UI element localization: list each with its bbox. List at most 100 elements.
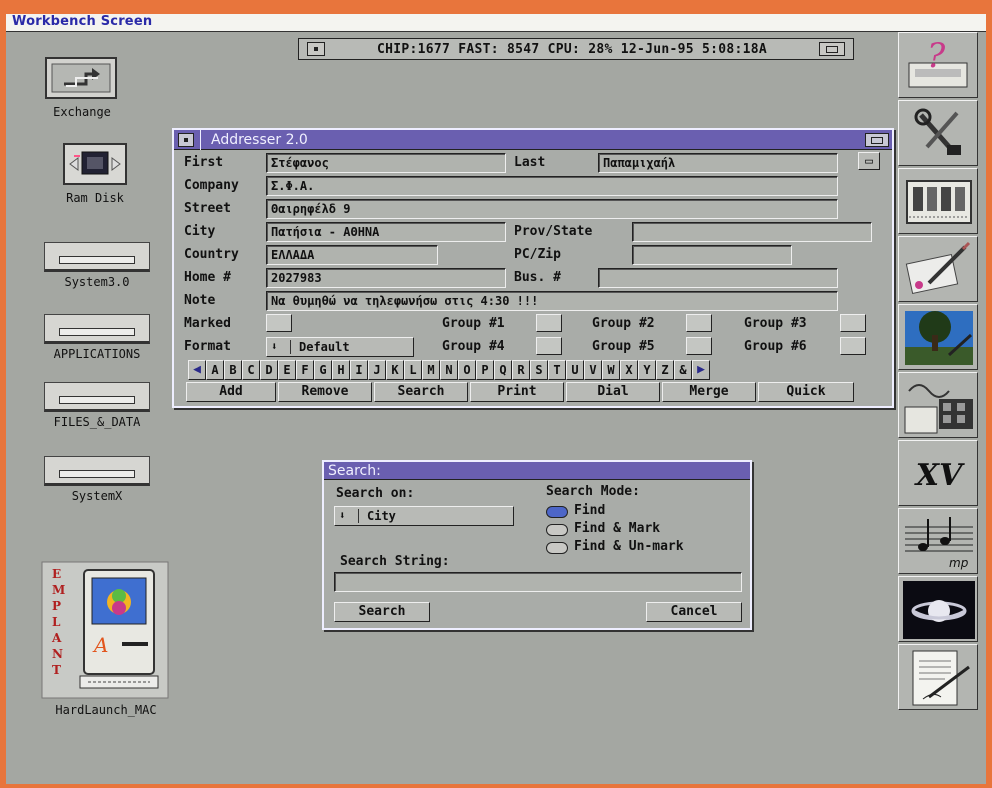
- letter-d-button[interactable]: D: [260, 360, 278, 380]
- tool-dock: ? XV mp: [898, 32, 980, 752]
- letter-w-button[interactable]: W: [602, 360, 620, 380]
- last-label: Last: [514, 155, 546, 170]
- remove-button[interactable]: Remove: [278, 382, 372, 402]
- xv-tool[interactable]: XV: [898, 440, 978, 506]
- group5-label: Group #5: [592, 339, 655, 354]
- last-name-field[interactable]: Παπαμιχαήλ: [598, 153, 838, 173]
- search-dialog-title: Search:: [328, 462, 381, 479]
- dialog-cancel-button[interactable]: Cancel: [646, 602, 742, 622]
- dial-button[interactable]: Dial: [566, 382, 660, 402]
- bus-phone-field[interactable]: [598, 268, 838, 288]
- group1-checkbox[interactable]: [536, 314, 562, 332]
- letter-h-button[interactable]: H: [332, 360, 350, 380]
- pc-zip-field[interactable]: [632, 245, 792, 265]
- letter-g-button[interactable]: G: [314, 360, 332, 380]
- letter-n-button[interactable]: N: [440, 360, 458, 380]
- letter-l-button[interactable]: L: [404, 360, 422, 380]
- desktop-icon-ram-disk[interactable]: Ram Disk: [54, 142, 136, 205]
- letter-m-button[interactable]: M: [422, 360, 440, 380]
- svg-text:XV: XV: [914, 458, 965, 493]
- desktop-icon-system3[interactable]: System3.0: [44, 242, 150, 289]
- quick-button[interactable]: Quick: [758, 382, 854, 402]
- letter-amp-button[interactable]: &: [674, 360, 692, 380]
- format-cycle[interactable]: ⬇ Default: [266, 337, 414, 357]
- letter-x-button[interactable]: X: [620, 360, 638, 380]
- find-unmark-radio[interactable]: [546, 542, 568, 554]
- print-button[interactable]: Print: [470, 382, 564, 402]
- depth-gadget-icon[interactable]: [865, 132, 889, 147]
- svg-text:P: P: [52, 599, 61, 613]
- letter-b-button[interactable]: B: [224, 360, 242, 380]
- home-phone-field[interactable]: 2027983: [266, 268, 506, 288]
- note-field[interactable]: Να θυμηθώ να τηλεφωνήσω στις 4:30 !!!: [266, 291, 838, 311]
- group2-checkbox[interactable]: [686, 314, 712, 332]
- music-tool[interactable]: mp: [898, 508, 978, 574]
- addresser-titlebar[interactable]: Addresser 2.0: [174, 129, 892, 150]
- help-tool[interactable]: ?: [898, 32, 978, 98]
- add-button[interactable]: Add: [186, 382, 276, 402]
- letter-v-button[interactable]: V: [584, 360, 602, 380]
- company-field[interactable]: Σ.Φ.Α.: [266, 176, 838, 196]
- search-string-field[interactable]: [334, 572, 742, 592]
- multimedia-tool[interactable]: [898, 372, 978, 438]
- search-on-cycle[interactable]: ⬇ City: [334, 506, 514, 526]
- desktop-icon-systemx[interactable]: SystemX: [44, 456, 150, 503]
- close-icon[interactable]: [307, 42, 325, 56]
- screen-title-bar[interactable]: Workbench Screen: [6, 14, 986, 32]
- next-letter-button[interactable]: ▶: [692, 360, 710, 380]
- letter-e-button[interactable]: E: [278, 360, 296, 380]
- group5-checkbox[interactable]: [686, 337, 712, 355]
- street-field[interactable]: Θαιρηφέλδ 9: [266, 199, 838, 219]
- dialog-search-button[interactable]: Search: [334, 602, 430, 622]
- group2-label: Group #2: [592, 316, 655, 331]
- writer-tool[interactable]: [898, 644, 978, 710]
- image-tool[interactable]: [898, 304, 978, 370]
- letter-p-button[interactable]: P: [476, 360, 494, 380]
- letter-a-button[interactable]: A: [206, 360, 224, 380]
- prov-state-field[interactable]: [632, 222, 872, 242]
- paint-tool[interactable]: [898, 236, 978, 302]
- tools-tool[interactable]: [898, 100, 978, 166]
- addresser-window[interactable]: Addresser 2.0 First Στέφανος Last Παπαμι…: [172, 128, 894, 408]
- find-mark-radio[interactable]: [546, 524, 568, 536]
- group3-checkbox[interactable]: [840, 314, 866, 332]
- letter-i-button[interactable]: I: [350, 360, 368, 380]
- desktop-icon-hardlaunch-mac[interactable]: E M P L A N T A HardLaunch_MAC: [40, 560, 172, 717]
- letter-c-button[interactable]: C: [242, 360, 260, 380]
- prev-letter-button[interactable]: ◀: [188, 360, 206, 380]
- letter-r-button[interactable]: R: [512, 360, 530, 380]
- letter-z-button[interactable]: Z: [656, 360, 674, 380]
- merge-button[interactable]: Merge: [662, 382, 756, 402]
- find-radio[interactable]: [546, 506, 568, 518]
- desktop-icon-exchange[interactable]: Exchange: [44, 56, 120, 119]
- search-button[interactable]: Search: [374, 382, 468, 402]
- country-field[interactable]: ΕΛΛΑΔΑ: [266, 245, 438, 265]
- svg-text:T: T: [52, 663, 61, 677]
- close-icon[interactable]: [178, 132, 194, 147]
- letter-s-button[interactable]: S: [530, 360, 548, 380]
- search-titlebar[interactable]: Search:: [324, 462, 750, 480]
- system-monitor-window[interactable]: CHIP:1677 FAST: 8547 CPU: 28% 12-Jun-95 …: [298, 38, 854, 60]
- group6-checkbox[interactable]: [840, 337, 866, 355]
- letter-j-button[interactable]: J: [368, 360, 386, 380]
- letter-k-button[interactable]: K: [386, 360, 404, 380]
- paint-icon: [905, 241, 971, 295]
- letter-q-button[interactable]: Q: [494, 360, 512, 380]
- depth-gadget-icon[interactable]: [819, 42, 845, 56]
- marked-checkbox[interactable]: [266, 314, 292, 332]
- desktop-icon-applications[interactable]: APPLICATIONS: [44, 314, 150, 361]
- first-name-field[interactable]: Στέφανος: [266, 153, 506, 173]
- search-dialog[interactable]: Search: Search on: ⬇ City Search Mode: F…: [322, 460, 752, 630]
- letter-u-button[interactable]: U: [566, 360, 584, 380]
- letter-o-button[interactable]: O: [458, 360, 476, 380]
- ram-disk-icon: [63, 143, 127, 185]
- city-field[interactable]: Πατήσια - ΑΘΗΝΑ: [266, 222, 506, 242]
- letter-f-button[interactable]: F: [296, 360, 314, 380]
- spreadsheet-tool[interactable]: [898, 168, 978, 234]
- saturn-tool[interactable]: [898, 576, 978, 642]
- letter-y-button[interactable]: Y: [638, 360, 656, 380]
- desktop-icon-files-data[interactable]: FILES_&_DATA: [44, 382, 150, 429]
- letter-t-button[interactable]: T: [548, 360, 566, 380]
- group4-checkbox[interactable]: [536, 337, 562, 355]
- zoom-icon[interactable]: ▭: [858, 152, 880, 170]
